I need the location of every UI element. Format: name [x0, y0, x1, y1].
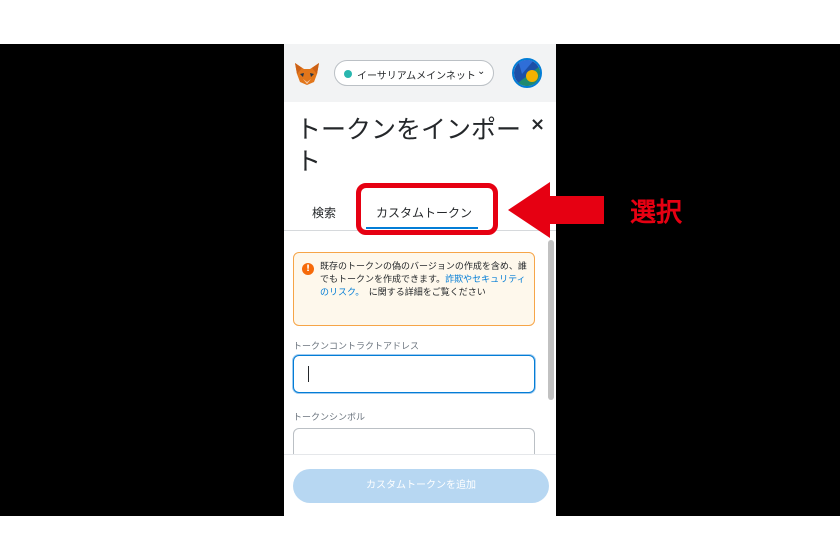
warning-banner: ! 既存のトークンの偽のバージョンの作成を含め、誰でもトークンを作成できます。詐… [293, 252, 535, 326]
warning-text: 既存のトークンの偽のバージョンの作成を含め、誰でもトークンを作成できます。詐欺や… [320, 261, 530, 300]
app-header: イーサリアムメインネット ⌄ [284, 44, 556, 102]
warning-text-end: に関する詳細をご覧ください [359, 288, 486, 298]
tab-search[interactable]: 検索 [312, 204, 336, 221]
account-avatar[interactable] [512, 58, 542, 88]
metamask-fox-logo[interactable] [294, 62, 320, 86]
token-symbol-label: トークンシンボル [293, 413, 366, 423]
token-address-label: トークンコントラクトアドレス [293, 342, 420, 352]
network-status-dot [344, 70, 352, 78]
network-name: イーサリアムメインネット [357, 71, 476, 82]
scrollbar[interactable] [548, 240, 554, 400]
highlight-box [356, 183, 498, 235]
arrow-left-icon [508, 182, 604, 238]
token-address-input[interactable] [293, 355, 535, 393]
chevron-down-icon: ⌄ [477, 66, 486, 77]
annotation-label: 選択 [630, 198, 683, 228]
add-custom-token-button[interactable]: カスタムトークンを追加 [293, 469, 549, 503]
text-caret [308, 366, 309, 382]
network-selector[interactable]: イーサリアムメインネット ⌄ [334, 60, 494, 86]
info-icon: ! [302, 263, 314, 275]
close-icon[interactable]: × [530, 114, 545, 135]
page-title: トークンをインポート [296, 115, 522, 176]
wallet-popup: イーサリアムメインネット ⌄ トークンをインポート × 検索 カスタムトークン … [284, 44, 556, 516]
footer: カスタムトークンを追加 [284, 454, 556, 516]
account-identicon [514, 60, 540, 86]
